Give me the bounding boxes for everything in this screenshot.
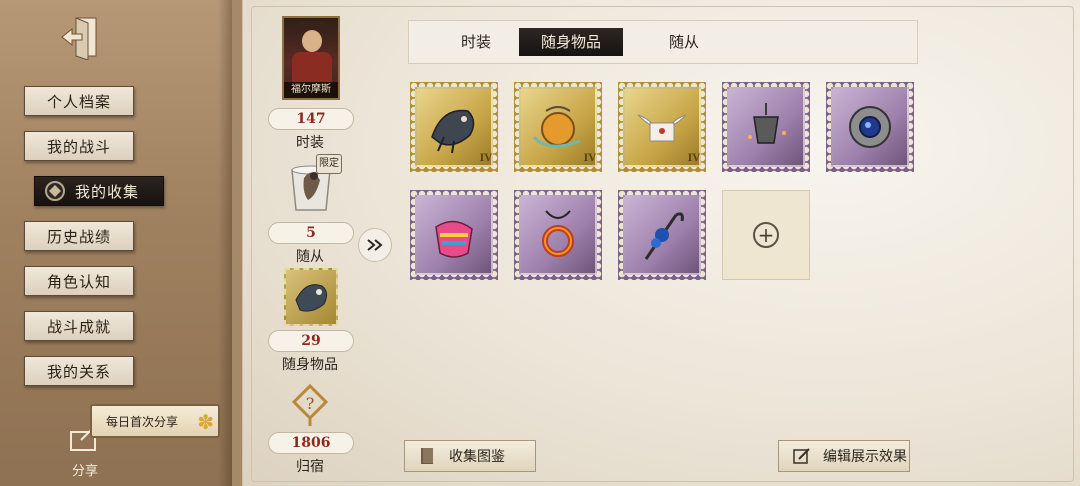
collection-button-label: 收集图鉴: [449, 449, 505, 465]
limited-tag: 限定: [316, 154, 342, 174]
sidebar: 个人档案 我的战斗 我的收集 历史战绩 角色认知 战斗成就 我的关系 分享 每日…: [0, 0, 232, 486]
tab-costume[interactable]: 时装: [439, 28, 513, 56]
colorful-pouch-icon: [435, 220, 473, 258]
pet-count: 5: [268, 222, 354, 244]
menu-item-collection[interactable]: 我的收集: [34, 176, 164, 206]
tab-accessories[interactable]: 随身物品: [519, 28, 624, 56]
sidebar-menu: 个人档案 我的战斗 我的收集 历史战绩 角色认知 战斗成就 我的关系: [24, 86, 174, 401]
item-stamp[interactable]: IV: [618, 82, 706, 172]
edit-display-button[interactable]: 编辑展示效果: [778, 440, 910, 472]
home-count: 1806: [268, 432, 354, 454]
category-tabs: 时装 随身物品 随从: [408, 20, 918, 64]
character-portrait[interactable]: 福尔摩斯: [282, 16, 340, 100]
accessory-grid: IV IV IV +: [410, 82, 930, 298]
menu-item-relations[interactable]: 我的关系: [24, 356, 134, 386]
pet-label: 随从: [296, 249, 324, 265]
menu-item-label: 战斗成就: [46, 317, 111, 336]
item-grade: IV: [687, 153, 700, 164]
item-stamp[interactable]: [618, 190, 706, 280]
svg-text:?: ?: [306, 394, 315, 413]
expand-chevron-icon[interactable]: [358, 228, 392, 262]
mechanical-dragon-icon: [431, 109, 475, 154]
costume-count: 147: [268, 108, 354, 130]
lantern-pendant-icon: [748, 103, 786, 144]
menu-item-profile[interactable]: 个人档案: [24, 86, 134, 116]
menu-item-label: 个人档案: [46, 92, 111, 111]
home-question-icon[interactable]: ?: [291, 383, 329, 428]
menu-item-label: 我的关系: [46, 362, 111, 381]
collection-catalog-button[interactable]: 收集图鉴: [404, 440, 536, 472]
daily-share-banner[interactable]: 每日首次分享 ✽: [90, 404, 220, 438]
plus-icon: +: [753, 222, 779, 248]
home-label: 归宿: [296, 459, 324, 475]
collection-stats: 福尔摩斯 147 时装 5 随从 29 随身物品 ? 1806 归宿: [260, 0, 360, 486]
menu-item-history[interactable]: 历史战绩: [24, 221, 134, 251]
edit-icon: [793, 448, 810, 464]
exit-door-icon[interactable]: [58, 14, 104, 61]
edit-button-label: 编辑展示效果: [823, 449, 907, 465]
item-stamp[interactable]: [410, 190, 498, 280]
item-stamp[interactable]: [826, 82, 914, 172]
item-stamp[interactable]: IV: [514, 82, 602, 172]
accessory-label: 随身物品: [282, 357, 338, 373]
item-stamp[interactable]: [514, 190, 602, 280]
menu-item-battles[interactable]: 我的战斗: [24, 131, 134, 161]
sapphire-gear-ring-icon: [849, 106, 891, 148]
red-ring-necklace-icon: [542, 210, 574, 257]
orange-pendant-icon: [532, 106, 581, 148]
accessory-count: 29: [268, 330, 354, 352]
accessory-thumbnail[interactable]: [284, 268, 338, 326]
item-stamp[interactable]: [722, 82, 810, 172]
collection-badge-icon: [45, 181, 65, 201]
item-grade: IV: [583, 153, 596, 164]
item-stamp[interactable]: IV: [410, 82, 498, 172]
tab-pets[interactable]: 随从: [647, 28, 721, 56]
add-item-slot[interactable]: +: [722, 190, 810, 280]
menu-item-character-knowledge[interactable]: 角色认知: [24, 266, 134, 296]
item-grade: IV: [479, 153, 492, 164]
menu-item-achievements[interactable]: 战斗成就: [24, 311, 134, 341]
puzzle-icon: ✽: [197, 410, 214, 434]
character-name: 福尔摩斯: [284, 82, 338, 98]
winged-letter-icon: [637, 114, 687, 142]
costume-label: 时装: [296, 135, 324, 151]
menu-item-label: 历史战绩: [46, 227, 111, 246]
menu-item-label: 角色认知: [46, 272, 111, 291]
share-banner-text: 每日首次分享: [106, 414, 179, 429]
book-icon: [421, 448, 433, 464]
menu-item-label: 我的收集: [75, 182, 140, 201]
menu-item-label: 我的战斗: [46, 137, 111, 156]
blue-flower-cane-icon: [644, 212, 684, 260]
share-label: 分享: [71, 464, 98, 479]
